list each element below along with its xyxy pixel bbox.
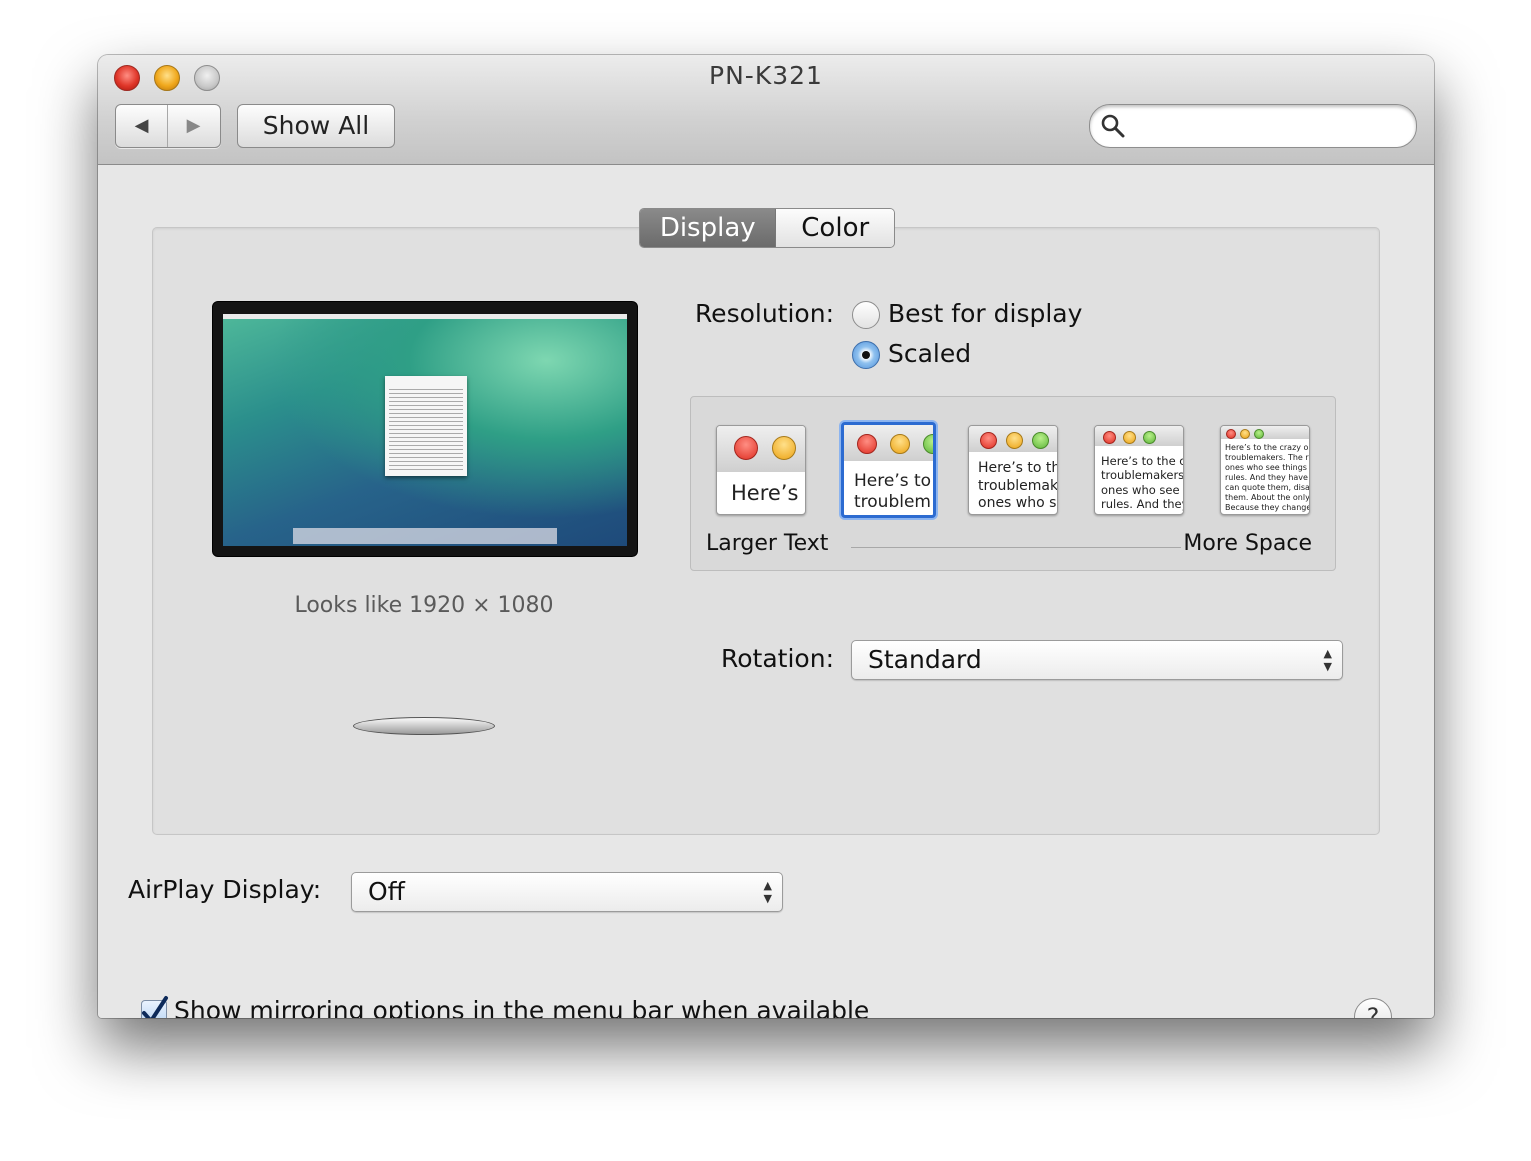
rotation-label: Rotation:: [721, 644, 834, 673]
help-button[interactable]: ?: [1354, 998, 1392, 1018]
mirroring-label[interactable]: Show mirroring options in the menu bar w…: [174, 996, 869, 1018]
search-icon: [1101, 114, 1125, 138]
scale-option-5[interactable]: Here’s to the crazy ones troublemakers. …: [1220, 425, 1310, 515]
radio-scaled[interactable]: [852, 341, 880, 369]
select-arrows-icon: ▲ ▼: [763, 879, 772, 905]
monitor-stand: [353, 717, 495, 735]
scale-option-3[interactable]: Here’s to th troublemak ones who s: [968, 425, 1058, 515]
forward-arrow-icon: ▶: [186, 115, 201, 136]
scale-option-2[interactable]: Here’s to troublem: [841, 422, 936, 518]
preferences-content: Display Color Looks like 1920 × 1080 Res…: [98, 165, 1434, 1018]
title-bar: PN-K321 ◀ ▶ Show All: [98, 55, 1434, 165]
display-preview-image: [212, 301, 638, 557]
radio-best-for-display[interactable]: [852, 301, 880, 329]
tab-bar: Display Color: [639, 208, 895, 248]
more-space-label: More Space: [1183, 531, 1312, 556]
scale-divider-line: [851, 547, 1181, 548]
desktop-wallpaper-preview: [223, 314, 627, 546]
scale-option-3-sample-text: Here’s to th troublemak ones who s: [978, 460, 1058, 511]
rotation-select[interactable]: Standard ▲ ▼: [851, 640, 1343, 680]
back-arrow-icon: ◀: [134, 115, 149, 136]
airplay-display-label: AirPlay Display:: [128, 875, 322, 904]
scale-option-5-sample-text: Here’s to the crazy ones troublemakers. …: [1225, 443, 1310, 512]
scale-option-1-sample-text: Here’s: [731, 481, 799, 505]
mirroring-checkbox[interactable]: [141, 996, 168, 1018]
scale-option-4[interactable]: Here’s to the cr troublemakers. ones who…: [1094, 425, 1184, 515]
scaled-resolution-picker: Here’s Here’s to troublem Here’s to th t…: [690, 396, 1336, 571]
window-title: PN-K321: [709, 61, 823, 90]
best-for-display-label[interactable]: Best for display: [888, 299, 1082, 328]
select-arrows-icon: ▲ ▼: [1323, 647, 1332, 673]
larger-text-label: Larger Text: [706, 531, 829, 556]
preview-dock: [293, 528, 557, 544]
tab-display[interactable]: Display: [640, 209, 777, 247]
scaled-label[interactable]: Scaled: [888, 339, 971, 368]
preview-document-window: [385, 376, 467, 476]
back-button[interactable]: ◀: [116, 105, 168, 147]
airplay-display-value: Off: [368, 877, 405, 906]
checkmark-icon: [142, 996, 168, 1018]
show-all-button[interactable]: Show All: [237, 104, 395, 148]
scale-option-4-sample-text: Here’s to the cr troublemakers. ones who…: [1101, 454, 1184, 512]
looks-like-resolution: Looks like 1920 × 1080: [294, 593, 554, 618]
airplay-display-select[interactable]: Off ▲ ▼: [351, 872, 783, 912]
forward-button[interactable]: ▶: [168, 105, 219, 147]
rotation-value: Standard: [868, 645, 982, 674]
system-preferences-window: PN-K321 ◀ ▶ Show All Display Color Looks…: [98, 55, 1434, 1018]
tab-color[interactable]: Color: [776, 209, 894, 247]
back-forward-control: ◀ ▶: [115, 104, 221, 148]
scale-option-2-sample-text: Here’s to troublem: [854, 471, 932, 513]
search-field[interactable]: [1089, 104, 1417, 148]
preview-menu-bar: [223, 314, 627, 319]
search-input[interactable]: [1132, 109, 1406, 143]
resolution-label: Resolution:: [694, 299, 834, 328]
scale-option-1[interactable]: Here’s: [716, 425, 806, 515]
